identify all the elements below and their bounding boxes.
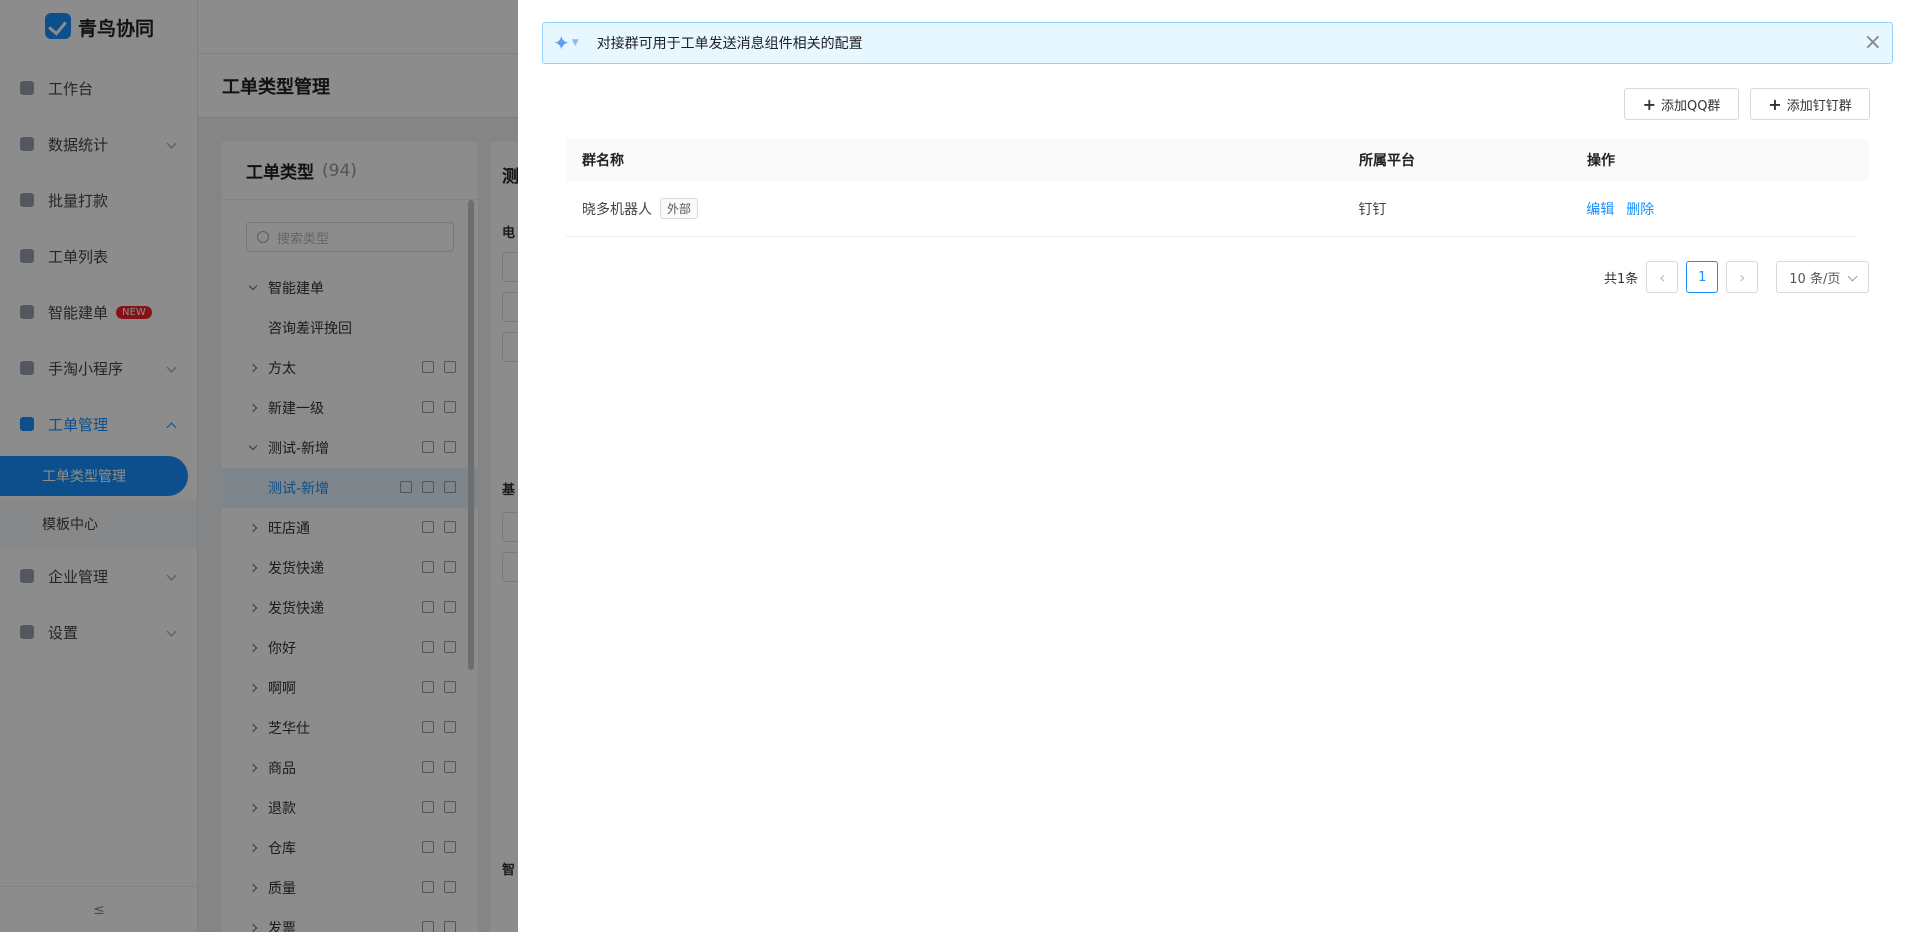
group-name-cell: 晓多机器人 外部 — [566, 198, 1358, 219]
column-header-actions: 操作 — [1587, 153, 1615, 169]
edit-link[interactable]: 编辑 — [1586, 199, 1614, 219]
pagination-total: 共1条 — [1604, 271, 1639, 287]
platform-cell: 钉钉 — [1358, 201, 1387, 218]
column-header-name: 群名称 — [582, 153, 624, 169]
group-config-drawer: ✦ ▼ 对接群可用于工单发送消息组件相关的配置 × + 添加QQ群 + 添加钉钉群 … — [518, 0, 1912, 932]
button-label: 添加钉钉群 — [1786, 98, 1852, 114]
delete-link[interactable]: 删除 — [1626, 199, 1654, 219]
group-name: 晓多机器人 — [582, 201, 652, 218]
page-number-button[interactable]: 1 — [1686, 261, 1719, 293]
next-page-button[interactable]: › — [1726, 261, 1759, 293]
plus-icon: + — [1768, 94, 1782, 114]
close-icon[interactable]: × — [1864, 30, 1882, 56]
alert-text: 对接群可用于工单发送消息组件相关的配置 — [596, 36, 863, 52]
table-row: 晓多机器人 外部 钉钉 编辑 删除 — [566, 181, 1856, 237]
add-dingtalk-group-button[interactable]: + 添加钉钉群 — [1750, 88, 1870, 120]
pagination: 共1条 ‹ 1 › 10 条/页 — [1604, 261, 1870, 293]
add-qq-group-button[interactable]: + 添加QQ群 — [1624, 88, 1739, 120]
prev-page-button[interactable]: ‹ — [1646, 261, 1679, 293]
info-alert: ✦ ▼ 对接群可用于工单发送消息组件相关的配置 × — [542, 22, 1893, 64]
button-label: 添加QQ群 — [1660, 98, 1721, 114]
column-header-platform: 所属平台 — [1359, 153, 1415, 169]
sparkle-icon: ✦ — [553, 31, 570, 55]
table-header: 群名称 所属平台 操作 — [566, 139, 1869, 181]
group-table: 群名称 所属平台 操作 晓多机器人 外部 钉钉 编辑 删除 — [566, 139, 1869, 237]
actions-cell: 编辑 删除 — [1586, 199, 1856, 219]
page-size-select[interactable]: 10 条/页 — [1776, 261, 1870, 293]
caret-down-icon: ▼ — [571, 38, 579, 48]
plus-icon: + — [1642, 94, 1656, 114]
external-tag: 外部 — [660, 198, 699, 219]
